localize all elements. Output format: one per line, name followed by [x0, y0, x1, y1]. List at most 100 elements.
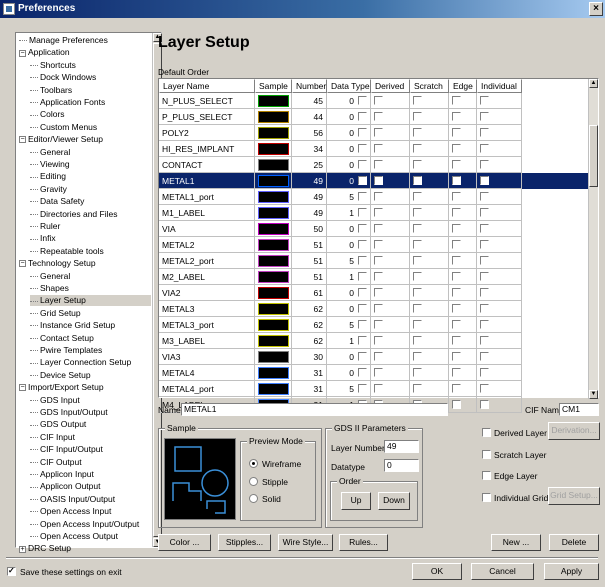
- table-row[interactable]: METAL3 62 0: [159, 301, 590, 317]
- edge-checkbox[interactable]: [452, 336, 461, 345]
- tree-item[interactable]: Editing: [30, 171, 66, 182]
- tree-item[interactable]: Application Fonts: [30, 97, 105, 108]
- individual-checkbox[interactable]: [480, 400, 489, 409]
- edge-checkbox[interactable]: [452, 208, 461, 217]
- individual-checkbox[interactable]: [480, 144, 489, 153]
- individual-checkbox[interactable]: [480, 288, 489, 297]
- edge-checkbox[interactable]: [452, 192, 461, 201]
- column-header[interactable]: Data Type: [327, 79, 371, 93]
- tree-item[interactable]: Applicon Output: [30, 481, 100, 492]
- collapse-icon[interactable]: −: [19, 260, 26, 268]
- scratch-checkbox[interactable]: [413, 352, 422, 361]
- datatype-checkbox[interactable]: [358, 208, 367, 217]
- scratch-checkbox[interactable]: [413, 320, 422, 329]
- table-row[interactable]: METAL4_port 31 5: [159, 381, 590, 397]
- datatype-checkbox[interactable]: [358, 144, 367, 153]
- table-row[interactable]: VIA3 30 0: [159, 349, 590, 365]
- table-row[interactable]: M1_LABEL 49 1: [159, 205, 590, 221]
- derived-checkbox[interactable]: [374, 336, 383, 345]
- individual-checkbox[interactable]: [480, 384, 489, 393]
- table-scrollbar[interactable]: ▲ ▼: [588, 79, 598, 399]
- tree-item[interactable]: Ruler: [30, 221, 60, 232]
- edge-checkbox[interactable]: [452, 400, 461, 409]
- derived-checkbox[interactable]: [374, 288, 383, 297]
- edge-checkbox[interactable]: [452, 304, 461, 313]
- cancel-button[interactable]: Cancel: [471, 563, 534, 580]
- up-button[interactable]: Up: [341, 492, 371, 510]
- individual-checkbox[interactable]: [480, 352, 489, 361]
- datatype-checkbox[interactable]: [358, 352, 367, 361]
- tree-item[interactable]: Custom Menus: [30, 122, 97, 133]
- derived-checkbox[interactable]: [374, 352, 383, 361]
- tree-item[interactable]: GDS Output: [30, 419, 86, 430]
- scratch-checkbox[interactable]: [413, 112, 422, 121]
- tree-item[interactable]: GDS Input/Output: [30, 407, 108, 418]
- derived-checkbox[interactable]: [374, 304, 383, 313]
- derived-checkbox[interactable]: [374, 224, 383, 233]
- new-button[interactable]: New ...: [491, 534, 541, 551]
- edge-checkbox[interactable]: [452, 272, 461, 281]
- tree-item[interactable]: Open Access Output: [30, 531, 118, 542]
- table-row[interactable]: METAL4 31 0: [159, 365, 590, 381]
- scratch-checkbox[interactable]: [413, 304, 422, 313]
- datatype-checkbox[interactable]: [358, 256, 367, 265]
- tree-item[interactable]: Infix: [30, 233, 56, 244]
- tree-item[interactable]: Dock Windows: [30, 72, 96, 83]
- scratch-checkbox[interactable]: [413, 336, 422, 345]
- scratch-checkbox[interactable]: [413, 208, 422, 217]
- edge-checkbox[interactable]: [452, 256, 461, 265]
- tree-item[interactable]: − Application: [19, 47, 70, 58]
- tree-item[interactable]: Colors: [30, 109, 65, 120]
- datatype-checkbox[interactable]: [358, 176, 367, 185]
- table-row[interactable]: M3_LABEL 62 1: [159, 333, 590, 349]
- tree-item[interactable]: General: [30, 271, 70, 282]
- scratch-checkbox[interactable]: [413, 176, 422, 185]
- wire-style-button[interactable]: Wire Style...: [278, 534, 333, 551]
- derived-checkbox[interactable]: [374, 208, 383, 217]
- datatype-checkbox[interactable]: [358, 320, 367, 329]
- radio-solid[interactable]: [249, 494, 258, 503]
- datatype-checkbox[interactable]: [358, 368, 367, 377]
- table-row[interactable]: M2_LABEL 51 1: [159, 269, 590, 285]
- tree-item[interactable]: CIF Output: [30, 457, 82, 468]
- tree-item[interactable]: Viewing: [30, 159, 70, 170]
- table-row[interactable]: METAL2 51 0: [159, 237, 590, 253]
- tree-item[interactable]: Repeatable tools: [30, 246, 104, 257]
- delete-button[interactable]: Delete: [549, 534, 599, 551]
- color-button[interactable]: Color ...: [158, 534, 211, 551]
- table-row[interactable]: VIA2 61 0: [159, 285, 590, 301]
- derived-checkbox[interactable]: [374, 368, 383, 377]
- edge-checkbox[interactable]: [452, 112, 461, 121]
- derived-checkbox[interactable]: [374, 112, 383, 121]
- edge-checkbox[interactable]: [452, 240, 461, 249]
- datatype-checkbox[interactable]: [358, 224, 367, 233]
- layer-number-field[interactable]: 49: [384, 440, 419, 453]
- derived-checkbox[interactable]: [374, 176, 383, 185]
- tree-item[interactable]: Open Access Input/Output: [30, 519, 139, 530]
- tree-item[interactable]: Pwire Templates: [30, 345, 102, 356]
- individual-checkbox[interactable]: [480, 320, 489, 329]
- edge-checkbox[interactable]: [452, 288, 461, 297]
- individual-checkbox[interactable]: [480, 112, 489, 121]
- scratch-checkbox[interactable]: [413, 288, 422, 297]
- tree-item[interactable]: CIF Input: [30, 432, 75, 443]
- scratch-checkbox[interactable]: [413, 240, 422, 249]
- column-header[interactable]: Layer Name: [159, 79, 255, 93]
- scratch-checkbox[interactable]: [413, 96, 422, 105]
- tree-item[interactable]: Manage Preferences: [19, 35, 108, 46]
- column-header[interactable]: Individual: [477, 79, 522, 93]
- scratch-checkbox[interactable]: [413, 384, 422, 393]
- tree-item[interactable]: GDS Input: [30, 395, 80, 406]
- column-header[interactable]: Scratch: [410, 79, 449, 93]
- column-header[interactable]: Derived: [371, 79, 410, 93]
- table-row[interactable]: METAL2_port 51 5: [159, 253, 590, 269]
- tree-item[interactable]: Shapes: [30, 283, 69, 294]
- individual-grid-checkbox[interactable]: [482, 493, 491, 502]
- tree-item[interactable]: Open Access Input: [30, 506, 111, 517]
- scratch-checkbox[interactable]: [413, 160, 422, 169]
- rules-button[interactable]: Rules...: [339, 534, 388, 551]
- individual-checkbox[interactable]: [480, 160, 489, 169]
- individual-checkbox[interactable]: [480, 368, 489, 377]
- scratch-checkbox[interactable]: [413, 192, 422, 201]
- column-header[interactable]: Edge: [449, 79, 477, 93]
